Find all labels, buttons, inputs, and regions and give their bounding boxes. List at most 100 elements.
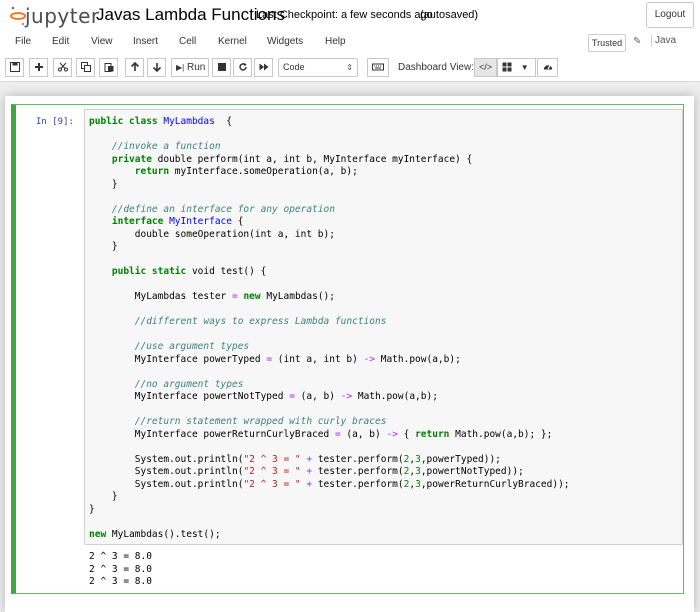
- edit-pencil-icon[interactable]: ✎: [633, 36, 641, 47]
- code-line: public static void test() {: [89, 266, 570, 279]
- chevron-up-down-icon: ⇕: [346, 63, 353, 72]
- code-token: MyLambdas tester: [89, 291, 232, 302]
- code-line: MyInterface powerTyped = (int a, int b) …: [89, 354, 570, 367]
- code-token: MyLambdas: [163, 116, 215, 127]
- save-button[interactable]: [5, 58, 24, 77]
- code-token: new: [237, 291, 267, 302]
- code-token: {: [397, 428, 416, 440]
- keyboard-icon: [372, 63, 384, 71]
- code-token: return: [415, 428, 456, 440]
- fast-forward-icon: [259, 63, 268, 71]
- code-token: }: [89, 241, 118, 252]
- code-token: Math.pow(a,b); };: [455, 428, 553, 440]
- arrow-down-icon: [152, 63, 161, 72]
- code-line: MyInterface powerReturnCurlyBraced = (a,…: [89, 429, 570, 442]
- code-token: "2 ^ 3 = ": [243, 453, 301, 465]
- logout-button[interactable]: Logout: [646, 2, 694, 28]
- dashboard-grid-layout-button[interactable]: ▼: [497, 58, 536, 77]
- code-line: //no argument types: [89, 379, 570, 392]
- code-token: public static: [89, 266, 192, 277]
- code-token: tester.perform(: [317, 478, 404, 490]
- restart-kernel-button[interactable]: [233, 58, 252, 77]
- copy-button[interactable]: [76, 58, 95, 77]
- code-line: }: [89, 491, 570, 504]
- menu-cell[interactable]: Cell: [179, 36, 196, 47]
- code-token: MyInterface powerTyped: [89, 353, 267, 365]
- cut-button[interactable]: [53, 58, 72, 77]
- code-token: double perform(int a, int b, MyInterface…: [157, 153, 473, 165]
- code-token: (a, b): [294, 391, 341, 402]
- code-line: //return statement wrapped with curly br…: [89, 416, 570, 429]
- code-token: System.out.println(: [89, 478, 244, 490]
- code-token: //invoke a function: [89, 141, 221, 152]
- code-line: return myInterface.someOperation(a, b);: [89, 166, 570, 179]
- code-token: ->: [363, 353, 376, 365]
- code-line: System.out.println("2 ^ 3 = " + tester.p…: [89, 479, 570, 492]
- code-token: return: [89, 166, 175, 177]
- move-up-button[interactable]: [125, 58, 144, 77]
- code-token: double someOperation(int a, int b);: [89, 228, 335, 240]
- paste-icon: [104, 63, 113, 72]
- output-line: 2 ^ 3 = 8.0: [89, 551, 152, 562]
- trusted-indicator[interactable]: Trusted: [588, 34, 626, 52]
- kernel-indicator[interactable]: Java: [651, 35, 676, 46]
- menu-view[interactable]: View: [91, 36, 113, 47]
- code-token: {: [232, 216, 244, 227]
- code-token: private: [89, 153, 158, 165]
- code-line: new MyLambdas().test();: [89, 529, 570, 542]
- code-line: //different ways to express Lambda funct…: [89, 316, 570, 329]
- code-line: //invoke a function: [89, 141, 570, 154]
- menu-widgets[interactable]: Widgets: [267, 36, 303, 47]
- code-token: ->: [340, 391, 353, 402]
- code-token: +: [300, 453, 318, 465]
- move-down-button[interactable]: [147, 58, 166, 77]
- code-token: public class: [89, 116, 164, 127]
- code-token: }: [89, 178, 118, 190]
- run-button[interactable]: ▶︎| Run: [171, 58, 209, 77]
- menu-kernel[interactable]: Kernel: [218, 36, 247, 47]
- command-palette-button[interactable]: [367, 58, 389, 77]
- code-token: ,powerReturnCurlyBraced));: [420, 478, 570, 490]
- cell-output: 2 ^ 3 = 8.0 2 ^ 3 = 8.0 2 ^ 3 = 8.0: [89, 551, 152, 589]
- menu-edit[interactable]: Edit: [52, 36, 69, 47]
- code-token: //return statement wrapped with curly br…: [89, 416, 387, 427]
- code-line: public class MyLambdas {: [89, 116, 570, 129]
- caret-down-icon: ▼: [520, 63, 529, 72]
- menu-file[interactable]: File: [15, 36, 31, 47]
- restart-run-all-button[interactable]: [254, 58, 273, 77]
- menu-help[interactable]: Help: [325, 36, 346, 47]
- cell-input-prompt: In [9]:: [36, 117, 74, 127]
- copy-icon: [80, 62, 91, 72]
- interrupt-kernel-button[interactable]: [212, 58, 231, 77]
- code-line: //use argument types: [89, 341, 570, 354]
- code-token: ,powertNotTyped));: [420, 466, 524, 477]
- dashboard-code-view-button[interactable]: </>: [474, 58, 497, 77]
- code-token: //define an interface for any operation: [89, 203, 335, 215]
- run-label: Run: [187, 62, 206, 73]
- paste-button[interactable]: [99, 58, 118, 77]
- code-line: interface MyInterface {: [89, 216, 570, 229]
- stop-icon: [217, 63, 226, 71]
- dashboard-gauge-icon: [543, 65, 552, 70]
- menu-insert[interactable]: Insert: [133, 36, 158, 47]
- cell-type-select[interactable]: Code ⇕: [278, 58, 358, 77]
- dashboard-preview-button[interactable]: [537, 58, 558, 77]
- code-text[interactable]: public class MyLambdas { //invoke a func…: [89, 116, 570, 541]
- code-token: interface: [89, 216, 170, 227]
- code-token: Math.pow(a,b);: [352, 391, 438, 402]
- arrow-up-icon: [130, 62, 139, 71]
- autosave-status: (autosaved): [420, 9, 479, 21]
- code-token: +: [300, 478, 318, 490]
- code-token: MyInterface powertNotTyped: [89, 391, 290, 402]
- code-view-icon: </>: [478, 62, 492, 72]
- insert-cell-button[interactable]: [29, 58, 48, 77]
- code-line: MyLambdas tester = new MyLambdas();: [89, 291, 570, 304]
- code-token: myInterface.someOperation(a, b);: [174, 166, 358, 177]
- code-token: ,powerTyped));: [420, 453, 501, 465]
- grid-icon: [502, 62, 512, 72]
- code-token: }: [89, 491, 118, 502]
